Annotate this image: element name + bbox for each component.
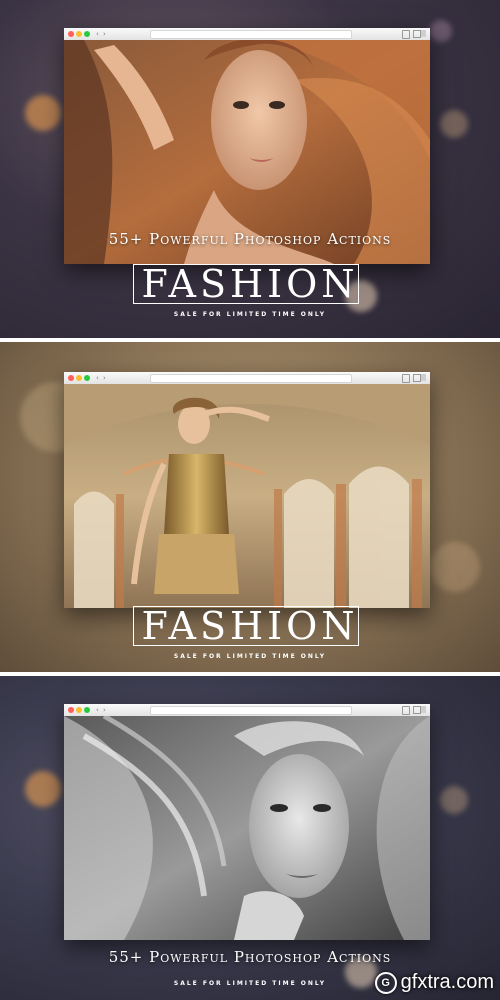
back-arrow-icon[interactable]: ‹ (96, 373, 99, 383)
browser-window: ‹ › (64, 372, 430, 608)
palace-illustration (64, 384, 430, 608)
panel-3: ‹ › 55+ Powerful Photoshop Actions SALE … (0, 676, 500, 1000)
minimize-dot-icon[interactable] (76, 707, 82, 713)
browser-window: ‹ › (64, 28, 430, 264)
minimize-dot-icon[interactable] (76, 31, 82, 37)
forward-arrow-icon[interactable]: › (103, 373, 106, 383)
forward-arrow-icon[interactable]: › (103, 705, 106, 715)
panel-2: ‹ › FASHION SALE FOR LIMITED TIME ONLY (0, 342, 500, 672)
watermark-text: gfxtra.com (400, 971, 494, 993)
watermark: G gfxtra.com (374, 971, 494, 994)
share-icon[interactable] (402, 30, 410, 39)
close-dot-icon[interactable] (68, 31, 74, 37)
sale-tagline: SALE FOR LIMITED TIME ONLY (173, 311, 327, 318)
tabs-icon[interactable] (413, 30, 421, 38)
bokeh-light (430, 20, 452, 42)
bokeh-light (25, 771, 61, 807)
sidebar-icon[interactable] (421, 30, 426, 37)
bw-portrait-illustration (64, 716, 430, 940)
tabs-icon[interactable] (413, 706, 421, 714)
bokeh-light (440, 110, 468, 138)
panel-1: ‹ › 55+ Powerful Photoshop Actions FASHI… (0, 0, 500, 338)
share-icon[interactable] (402, 374, 410, 383)
address-bar[interactable] (150, 706, 352, 715)
bokeh-light (440, 786, 468, 814)
headline-caption: 55+ Powerful Photoshop Actions (108, 948, 392, 966)
close-dot-icon[interactable] (68, 375, 74, 381)
close-dot-icon[interactable] (68, 707, 74, 713)
tabs-icon[interactable] (413, 374, 421, 382)
share-icon[interactable] (402, 706, 410, 715)
minimize-dot-icon[interactable] (76, 375, 82, 381)
address-bar[interactable] (150, 374, 352, 383)
watermark-logo-icon: G (374, 971, 397, 994)
photo-portrait-bw (64, 716, 430, 940)
sale-tagline: SALE FOR LIMITED TIME ONLY (173, 653, 327, 660)
headline-caption: 55+ Powerful Photoshop Actions (108, 230, 392, 248)
address-bar[interactable] (150, 30, 352, 39)
forward-arrow-icon[interactable]: › (103, 29, 106, 39)
back-arrow-icon[interactable]: ‹ (96, 705, 99, 715)
bokeh-light (25, 95, 61, 131)
sidebar-icon[interactable] (421, 374, 426, 381)
back-arrow-icon[interactable]: ‹ (96, 29, 99, 39)
sidebar-icon[interactable] (421, 706, 426, 713)
brand-title: FASHION (141, 604, 359, 648)
zoom-dot-icon[interactable] (84, 31, 90, 37)
bokeh-light (430, 542, 480, 592)
zoom-dot-icon[interactable] (84, 375, 90, 381)
zoom-dot-icon[interactable] (84, 707, 90, 713)
brand-title: FASHION (141, 262, 359, 306)
photo-palace-model (64, 384, 430, 608)
browser-window: ‹ › (64, 704, 430, 940)
